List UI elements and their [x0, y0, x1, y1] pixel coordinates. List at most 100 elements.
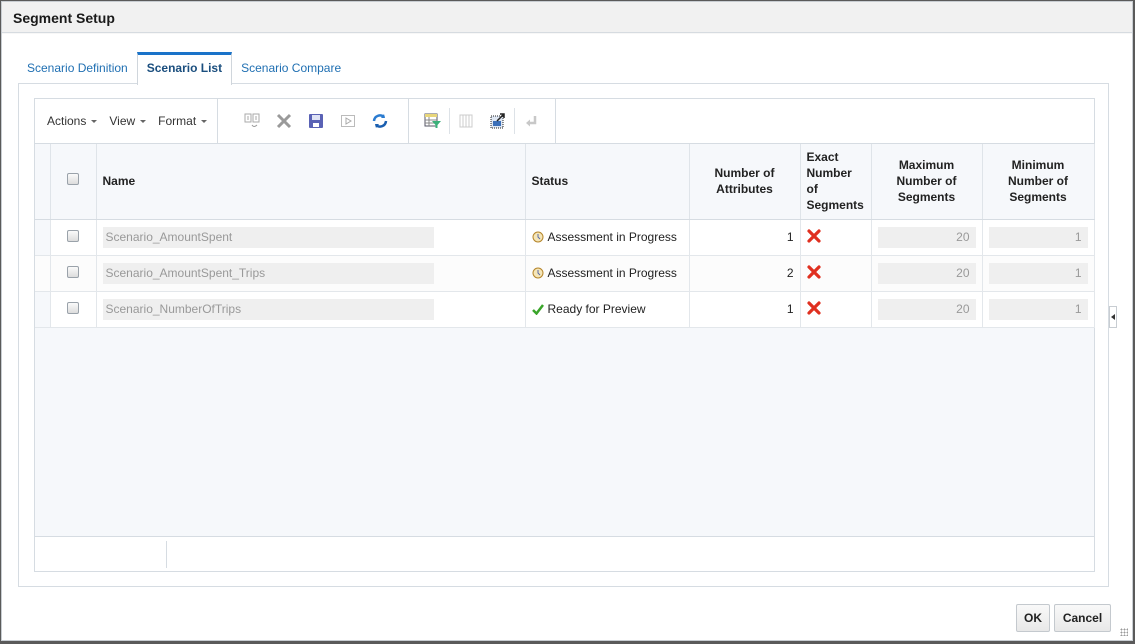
- min-segments-field[interactable]: 1: [988, 298, 1088, 320]
- table-row[interactable]: Scenario_AmountSpent Assessment in Progr…: [35, 219, 1095, 256]
- select-all-header: [50, 144, 97, 220]
- attributes-cell: 2: [689, 255, 801, 292]
- table-row[interactable]: Scenario_NumberOfTrips Ready for Preview…: [35, 291, 1095, 328]
- exact-segments-cell: [800, 219, 872, 256]
- detach-button[interactable]: [482, 106, 514, 136]
- column-header-min-segments[interactable]: Minimum Number of Segments: [982, 144, 1095, 220]
- freeze-icon: [459, 114, 473, 128]
- tab-scenario-definition[interactable]: Scenario Definition: [18, 52, 137, 84]
- tab-bar: Scenario Definition Scenario List Scenar…: [18, 52, 350, 85]
- in-progress-icon: [532, 267, 543, 279]
- select-all-checkbox[interactable]: [67, 173, 79, 186]
- format-menu[interactable]: Format: [152, 114, 213, 128]
- row-header[interactable]: [35, 255, 51, 292]
- attributes-cell: 1: [689, 291, 801, 328]
- min-segments-cell: 1: [982, 291, 1095, 328]
- max-segments-field[interactable]: 20: [877, 298, 976, 320]
- detach-icon: [490, 113, 505, 129]
- column-header-attributes[interactable]: Number of Attributes: [689, 144, 801, 220]
- delete-icon: [277, 113, 292, 129]
- dialog-title: Segment Setup: [2, 2, 1132, 33]
- row-select-cell: [50, 291, 97, 328]
- max-segments-cell: 20: [871, 255, 983, 292]
- status-cell: Ready for Preview: [525, 291, 690, 328]
- max-segments-cell: 20: [871, 219, 983, 256]
- refresh-button[interactable]: [364, 106, 396, 136]
- table-status-bar: [35, 536, 1094, 571]
- edit-tools-group: [218, 99, 410, 143]
- save-icon: [309, 114, 324, 128]
- column-header-max-segments[interactable]: Maximum Number of Segments: [871, 144, 983, 220]
- checkmark-icon: [531, 304, 544, 315]
- table-toolbar: Actions View Format: [35, 99, 1094, 144]
- chevron-down-icon: [140, 119, 147, 123]
- row-checkbox[interactable]: [67, 229, 79, 242]
- run-icon: [341, 115, 356, 127]
- tab-scenario-list[interactable]: Scenario List: [136, 52, 233, 85]
- scenario-list-panel: Actions View Format Name Status Number o…: [18, 83, 1109, 587]
- row-header[interactable]: [35, 219, 51, 256]
- max-segments-cell: 20: [871, 291, 983, 328]
- column-header-status[interactable]: Status: [525, 144, 690, 220]
- row-header-column: [35, 144, 51, 220]
- column-header-exact-segments[interactable]: Exact Number of Segments: [800, 144, 872, 220]
- name-cell: Scenario_NumberOfTrips: [96, 291, 526, 328]
- resize-grip[interactable]: [1120, 628, 1128, 636]
- view-menu-label: View: [109, 114, 136, 128]
- row-header[interactable]: [35, 291, 51, 328]
- delete-button[interactable]: [268, 106, 300, 136]
- format-menu-label: Format: [158, 114, 197, 128]
- view-tools-group: [409, 99, 557, 143]
- attributes-cell: 1: [689, 219, 801, 256]
- row-select-cell: [50, 219, 97, 256]
- exact-segments-cell: [800, 291, 872, 328]
- actions-menu[interactable]: Actions: [41, 114, 103, 128]
- chevron-down-icon: [91, 119, 98, 123]
- cancel-button[interactable]: Cancel: [1054, 604, 1111, 632]
- chevron-down-icon: [201, 119, 208, 123]
- scenario-table-container: Actions View Format Name Status Number o…: [34, 98, 1095, 572]
- wrap-icon: [526, 116, 537, 127]
- row-checkbox[interactable]: [67, 301, 79, 314]
- query-by-example-button[interactable]: [417, 106, 449, 136]
- min-segments-cell: 1: [982, 219, 1095, 256]
- exact-segments-cell: [800, 255, 872, 292]
- run-button[interactable]: [332, 106, 364, 136]
- status-text: Ready for Preview: [547, 302, 646, 316]
- freeze-button[interactable]: [450, 106, 482, 136]
- status-text: Assessment in Progress: [547, 266, 677, 280]
- menu-group: Actions View Format: [35, 99, 219, 143]
- in-progress-icon: [532, 231, 543, 243]
- status-cell: Assessment in Progress: [525, 219, 690, 256]
- column-header-name[interactable]: Name: [96, 144, 526, 220]
- caret-left-icon: [1111, 314, 1115, 320]
- ok-button[interactable]: OK: [1016, 604, 1050, 632]
- scenario-table: Name Status Number of Attributes Exact N…: [35, 144, 1095, 328]
- refresh-icon: [372, 114, 388, 128]
- name-cell: Scenario_AmountSpent: [96, 219, 526, 256]
- collapse-panel-handle[interactable]: [1109, 306, 1117, 328]
- x-mark-icon: [806, 264, 821, 279]
- min-segments-field[interactable]: 1: [988, 262, 1088, 284]
- wrap-button[interactable]: [515, 106, 547, 136]
- copy-button[interactable]: [236, 106, 268, 136]
- scenario-name-field[interactable]: Scenario_AmountSpent_Trips: [102, 262, 434, 284]
- min-segments-field[interactable]: 1: [988, 226, 1088, 248]
- save-button[interactable]: [300, 106, 332, 136]
- x-mark-icon: [806, 228, 821, 243]
- copy-icon: [244, 113, 260, 127]
- dialog-content: Scenario Definition Scenario List Scenar…: [2, 34, 1132, 640]
- table-row[interactable]: Scenario_AmountSpent_Trips Assessment in…: [35, 255, 1095, 292]
- status-text: Assessment in Progress: [547, 230, 677, 244]
- row-checkbox[interactable]: [67, 265, 79, 278]
- row-select-cell: [50, 255, 97, 292]
- max-segments-field[interactable]: 20: [877, 262, 976, 284]
- view-menu[interactable]: View: [103, 114, 152, 128]
- max-segments-field[interactable]: 20: [877, 226, 976, 248]
- x-mark-icon: [806, 300, 821, 315]
- scenario-name-field[interactable]: Scenario_AmountSpent: [102, 226, 434, 248]
- table-header-row: Name Status Number of Attributes Exact N…: [35, 144, 1095, 220]
- name-cell: Scenario_AmountSpent_Trips: [96, 255, 526, 292]
- scenario-name-field[interactable]: Scenario_NumberOfTrips: [102, 298, 434, 320]
- tab-scenario-compare[interactable]: Scenario Compare: [232, 52, 350, 84]
